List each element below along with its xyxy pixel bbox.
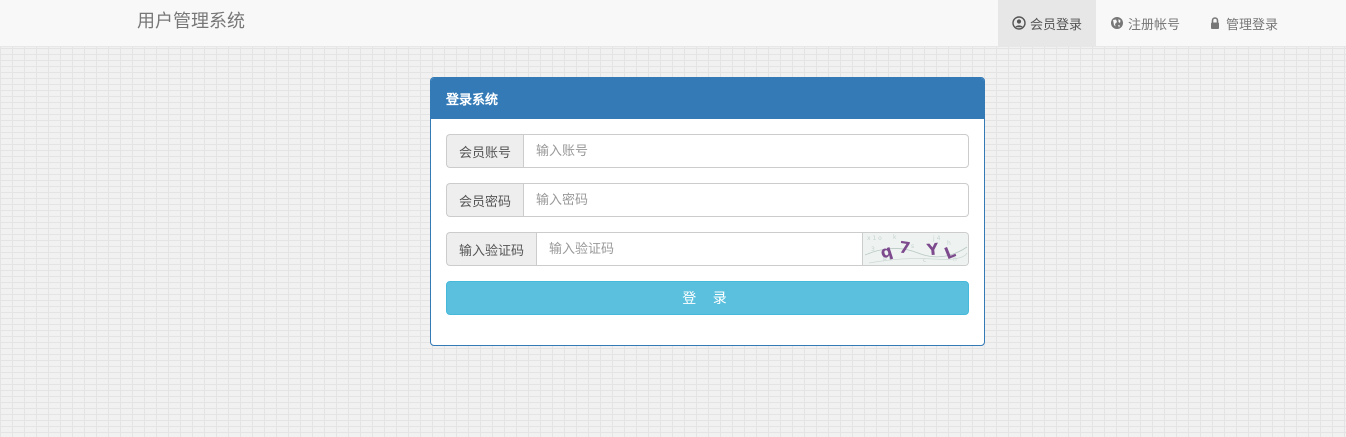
globe-icon (1110, 16, 1124, 30)
nav-register[interactable]: 注册帐号 (1096, 0, 1194, 46)
captcha-image[interactable]: x 1 okj 4 3p ec hns q 7 Y L (863, 232, 969, 266)
password-label: 会员密码 (446, 183, 524, 217)
nav-menu: 会员登录 注册帐号 管理登录 (997, 0, 1292, 47)
password-group: 会员密码 (446, 183, 969, 217)
login-panel: 登录系统 会员账号 会员密码 输入验证码 x 1 okj 4 3p ec hns (430, 77, 985, 346)
captcha-label: 输入验证码 (446, 232, 537, 266)
account-group: 会员账号 (446, 134, 969, 168)
nav-register-label: 注册帐号 (1127, 17, 1180, 33)
login-panel-title: 登录系统 (431, 78, 984, 119)
svg-text:x 1 o: x 1 o (867, 235, 882, 242)
user-circle-icon (1012, 16, 1026, 30)
account-input[interactable] (523, 134, 969, 168)
brand-title[interactable]: 用户管理系统 (137, 11, 245, 33)
nav-admin-login[interactable]: 管理登录 (1194, 0, 1292, 46)
captcha-group: 输入验证码 x 1 okj 4 3p ec hns q 7 Y (446, 232, 969, 266)
nav-member-login-label: 会员登录 (1029, 17, 1082, 33)
account-label: 会员账号 (446, 134, 524, 168)
svg-text:Y: Y (925, 239, 940, 259)
captcha-input[interactable] (536, 232, 863, 266)
password-input[interactable] (523, 183, 969, 217)
login-button[interactable]: 登 录 (446, 281, 969, 315)
login-form: 会员账号 会员密码 输入验证码 x 1 okj 4 3p ec hns (431, 119, 984, 330)
svg-text:s: s (911, 243, 914, 250)
svg-text:k: k (893, 234, 897, 241)
nav-admin-login-label: 管理登录 (1225, 17, 1278, 33)
lock-icon (1208, 16, 1222, 30)
top-navbar: 用户管理系统 会员登录 注册帐号 管理登录 (0, 0, 1346, 47)
nav-member-login[interactable]: 会员登录 (997, 0, 1096, 46)
svg-text:c: c (923, 257, 926, 264)
